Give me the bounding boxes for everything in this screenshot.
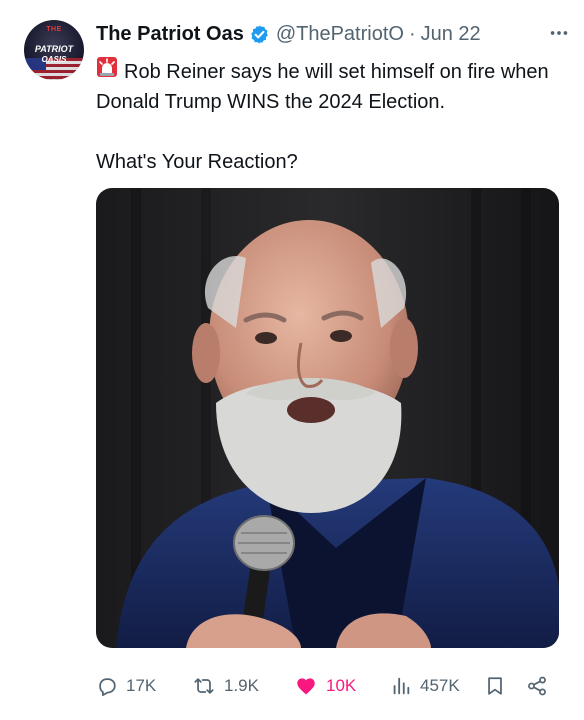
views-count: 457K [420,676,460,695]
reply-button[interactable]: 17K [96,675,192,697]
repost-button[interactable]: 1.9K [192,675,294,697]
like-button[interactable]: 10K [294,675,390,697]
like-count: 10K [326,676,357,695]
separator-dot: · [408,22,416,45]
reply-icon [99,678,116,697]
repost-count: 1.9K [224,676,259,695]
views-button[interactable]: 457K [390,675,484,697]
more-icon[interactable] [548,22,570,44]
post-header: The Patriot Oas @ThePatriotO · Jun 22 [96,20,570,48]
avatar-text-top: THE [46,26,62,33]
post-photo[interactable] [96,188,559,648]
share-icon [528,676,546,696]
views-icon [393,677,410,695]
avatar-text-sub: OASIS [41,55,67,64]
verified-badge-icon [249,24,270,45]
repost-icon [194,678,214,694]
reply-count: 17K [126,676,157,695]
post-text-main: Rob Reiner says he will set himself on f… [96,61,549,113]
bookmark-button[interactable] [484,675,526,697]
handle[interactable]: @ThePatriotO [276,23,404,46]
avatar[interactable]: THE PATRIOT OASIS [24,20,84,80]
share-button[interactable] [526,675,556,697]
post-text: Rob Reiner says he will set himself on f… [96,56,566,177]
avatar-text-main: PATRIOT [34,44,74,54]
post-text-line1: Rob Reiner says he will set himself on f… [96,56,566,117]
display-name[interactable]: The Patriot Oas [96,23,244,46]
bookmark-icon [488,677,502,695]
post-text-question: What's Your Reaction? [96,151,298,173]
heart-icon [297,678,315,695]
siren-emoji-icon [96,56,118,78]
action-bar: 17K 1.9K 10K 457K [96,668,564,704]
timestamp[interactable]: Jun 22 [421,23,481,46]
